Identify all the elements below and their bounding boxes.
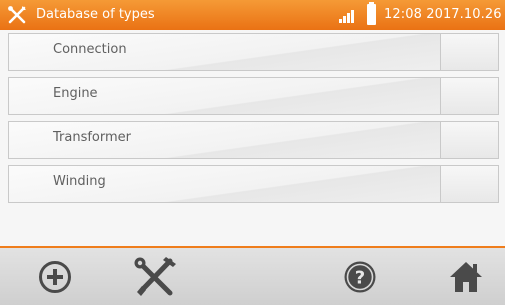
- type-list: Connection Engine Transformer Winding: [8, 33, 499, 209]
- list-item-label: Engine: [53, 86, 98, 101]
- list-item-action[interactable]: [441, 78, 498, 114]
- list-item-label: Transformer: [53, 130, 132, 145]
- help-icon: ?: [344, 261, 376, 292]
- list-item-connection[interactable]: Connection: [8, 33, 499, 71]
- list-item-label: Connection: [53, 42, 127, 57]
- battery-icon: [367, 2, 376, 25]
- settings-button[interactable]: [130, 248, 180, 305]
- list-item-label-cell[interactable]: Transformer: [9, 122, 441, 158]
- home-icon: [450, 261, 482, 292]
- list-item-label-cell[interactable]: Connection: [9, 34, 441, 70]
- tools-icon: [8, 6, 26, 24]
- list-item-action[interactable]: [441, 34, 498, 70]
- datetime: 12:08 2017.10.26: [384, 7, 502, 22]
- add-icon: [39, 260, 71, 293]
- home-button[interactable]: [441, 248, 491, 305]
- list-item-label-cell[interactable]: Engine: [9, 78, 441, 114]
- list-item-action[interactable]: [441, 122, 498, 158]
- list-item-transformer[interactable]: Transformer: [8, 121, 499, 159]
- page-title: Database of types: [36, 7, 155, 22]
- status-header: Database of types 12:08 2017.10.26: [0, 0, 505, 30]
- list-item-label-cell[interactable]: Winding: [9, 166, 441, 202]
- list-item-label: Winding: [53, 174, 106, 189]
- svg-text:?: ?: [355, 267, 365, 288]
- signal-icon: [339, 10, 354, 23]
- list-item-engine[interactable]: Engine: [8, 77, 499, 115]
- add-button[interactable]: [30, 248, 80, 305]
- list-item-action[interactable]: [441, 166, 498, 202]
- help-button[interactable]: ?: [335, 248, 385, 305]
- bottom-toolbar: ?: [0, 248, 505, 305]
- settings-icon: [134, 256, 176, 296]
- app-screen: Database of types 12:08 2017.10.26 Conne…: [0, 0, 505, 305]
- list-item-winding[interactable]: Winding: [8, 165, 499, 203]
